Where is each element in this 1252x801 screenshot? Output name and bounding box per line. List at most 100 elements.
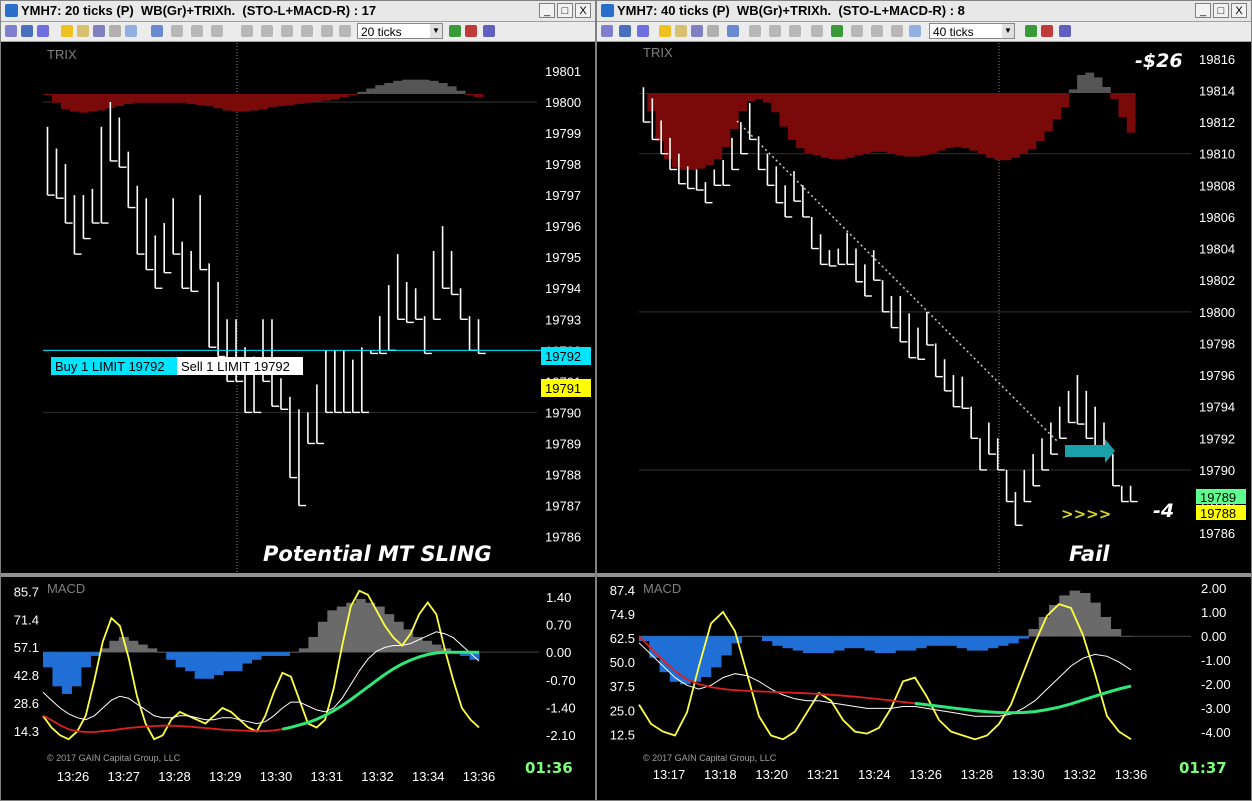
price-tag-last: 19791	[545, 381, 581, 396]
macd-histogram-bar	[128, 640, 139, 653]
chart-canvas-right[interactable]: 19816 19814 19812 19810 19808 19806 19804 19802…	[597, 1, 1251, 800]
trix-bar	[853, 93, 863, 156]
trix-bar	[303, 94, 313, 103]
time-tick-label: 13:36	[463, 769, 496, 784]
trix-bar	[393, 80, 403, 94]
trix-bar	[168, 94, 179, 103]
trix-bar	[680, 93, 690, 170]
trix-bar	[231, 94, 242, 112]
macd-tick-label: 1.40	[546, 590, 571, 605]
macd-histogram-bar	[317, 621, 328, 653]
y-tick-label: 19788	[545, 467, 581, 482]
macd-tick-label: 2.00	[1201, 581, 1226, 596]
chart-window-left[interactable]: YMH7: 20 ticks (P) WB(Gr)+TRIXh. (STO-L+…	[0, 0, 596, 801]
order-labels[interactable]: Buy 1 LIMIT 19792 Sell 1 LIMIT 19792	[51, 357, 303, 375]
trix-bar	[78, 94, 89, 113]
macd-panel[interactable]: 87.4 74.9 62.5 50.0 37.5 25.0 12.5 2.00 1.00 0.00…	[610, 581, 1231, 782]
time-tick-label: 13:26	[57, 769, 90, 784]
macd-histogram-bar	[905, 636, 917, 651]
trix-bar	[1011, 93, 1020, 158]
macd-histogram-bar	[833, 636, 845, 651]
macd-histogram-bar	[956, 636, 968, 649]
time-tick-label: 13:24	[858, 767, 891, 782]
y-tick-label: 19816	[1199, 52, 1235, 67]
macd-histogram-bar	[365, 602, 376, 653]
y-tick-label: 19793	[545, 312, 581, 327]
trix-bar	[249, 94, 260, 111]
trix-bar	[944, 93, 954, 149]
panel-divider[interactable]	[1, 573, 595, 577]
macd-histogram-bar	[751, 636, 763, 637]
trix-bar	[195, 94, 206, 105]
trix-bar	[862, 93, 871, 153]
macd-histogram-bar	[289, 652, 300, 653]
time-tick-label: 13:34	[412, 769, 445, 784]
time-tick-label: 13:18	[704, 767, 737, 782]
macd-histogram-bar	[844, 636, 855, 649]
time-tick-label: 13:32	[361, 769, 394, 784]
y-tick-label: 19786	[1199, 526, 1235, 541]
macd-histogram-bar	[327, 610, 338, 653]
trix-bar	[402, 79, 412, 94]
price-panel[interactable]: 19801 19800 19799 19798 19797 19796 19795 19794…	[43, 43, 581, 573]
trix-bar	[1110, 93, 1119, 99]
stoch-tick-label: 87.4	[610, 583, 635, 598]
macd-histogram-bar	[308, 636, 319, 653]
trix-bar	[375, 85, 385, 94]
buy-order-label[interactable]: Buy 1 LIMIT 19792	[55, 359, 165, 374]
chart-window-right[interactable]: YMH7: 40 ticks (P) WB(Gr)+TRIXh. (STO-L+…	[596, 0, 1252, 801]
y-tick-label: 19790	[545, 405, 581, 420]
price-panel[interactable]: 19816 19814 19812 19810 19808 19806 19804 19802…	[639, 43, 1235, 573]
stoch-tick-label: 25.0	[610, 703, 635, 718]
macd-histogram-bar	[71, 652, 82, 687]
macd-histogram-bar	[926, 636, 937, 646]
macd-histogram-bar	[213, 652, 224, 675]
arrows-label: >>>>	[1061, 505, 1111, 523]
y-tick-label: 19786	[545, 530, 581, 545]
macd-tick-label: -1.40	[546, 700, 576, 715]
y-tick-label: 19802	[1199, 273, 1235, 288]
time-tick-label: 13:28	[961, 767, 994, 782]
trix-bar	[696, 93, 706, 169]
y-tick-label: 19795	[545, 250, 581, 265]
macd-histogram-bar	[1038, 617, 1050, 637]
trix-bar	[60, 94, 71, 110]
y-tick-label: 19796	[545, 219, 581, 234]
trix-bar	[339, 94, 349, 98]
y-tick-label: 19801	[545, 64, 581, 79]
chart-annotation: Fail	[1069, 542, 1110, 566]
y-tick-label: 19789	[545, 436, 581, 451]
trix-bar	[796, 93, 805, 149]
trix-bar	[911, 93, 921, 157]
trix-bar	[276, 94, 286, 107]
macd-histogram-bar	[137, 644, 148, 653]
macd-histogram-bar	[1008, 636, 1019, 644]
trix-bar	[804, 93, 814, 153]
trix-bar	[1019, 93, 1029, 155]
trix-bar	[969, 93, 979, 151]
macd-signal-line	[42, 651, 479, 733]
macd-histogram-bar	[710, 636, 722, 668]
macd-histogram-bar	[669, 636, 681, 682]
sell-order-label[interactable]: Sell 1 LIMIT 19792	[181, 359, 290, 374]
y-tick-label: 19810	[1199, 147, 1235, 162]
stoch-tick-label: 12.5	[610, 728, 635, 743]
macd-histogram-bar	[374, 606, 385, 653]
macd-histogram-bar	[242, 652, 253, 664]
y-tick-label: 19799	[545, 126, 581, 141]
chart-canvas-left[interactable]: 19801 19800 19799 19798 19797 19796 19795 19794…	[1, 1, 595, 800]
trix-bar	[474, 94, 484, 98]
time-tick-label: 13:32	[1063, 767, 1096, 782]
macd-histogram-bar	[1069, 590, 1081, 637]
macd-histogram-bar	[194, 652, 205, 679]
trix-bar	[1035, 93, 1045, 141]
macd-histogram-bar	[864, 636, 876, 651]
panel-divider[interactable]	[597, 573, 1251, 577]
trix-bar	[738, 93, 747, 111]
stoch-tick-label: 57.1	[14, 640, 39, 655]
trix-bar	[285, 94, 295, 105]
trix-bar	[294, 94, 304, 104]
macd-histogram-bar	[1100, 617, 1111, 637]
trix-bar	[222, 94, 233, 111]
trix-bar	[713, 93, 723, 159]
